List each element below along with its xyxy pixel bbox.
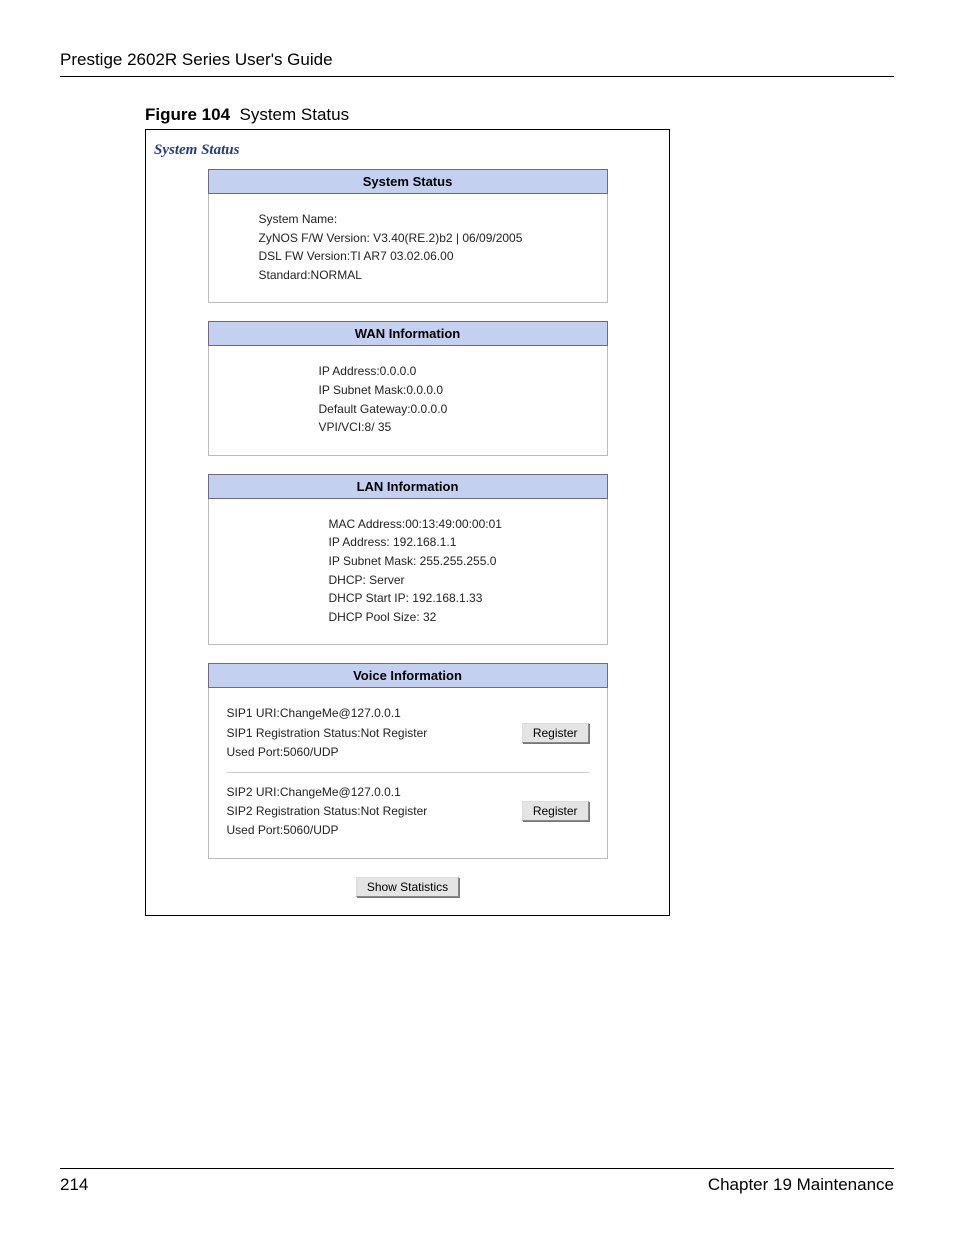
sip1-status-line: SIP1 Registration Status:Not Register xyxy=(227,724,428,743)
show-statistics-button[interactable]: Show Statistics xyxy=(356,877,459,897)
sip1-status-row: SIP1 Registration Status:Not Register Re… xyxy=(227,723,589,743)
fw-version-line: ZyNOS F/W Version: V3.40(RE.2)b2 | 06/09… xyxy=(259,229,589,248)
wan-ip-line: IP Address:0.0.0.0 xyxy=(319,362,589,381)
panel-header-system-status: System Status xyxy=(208,169,608,194)
standard-line: Standard:NORMAL xyxy=(259,266,589,285)
sip1-port-line: Used Port:5060/UDP xyxy=(227,743,589,762)
panel-system-status: System Status System Name: ZyNOS F/W Ver… xyxy=(208,169,608,303)
sip1-uri-line: SIP1 URI:ChangeMe@127.0.0.1 xyxy=(227,704,589,723)
panel-header-wan: WAN Information xyxy=(208,321,608,346)
panel-body-voice: SIP1 URI:ChangeMe@127.0.0.1 SIP1 Registr… xyxy=(208,688,608,858)
panel-body-system-status: System Name: ZyNOS F/W Version: V3.40(RE… xyxy=(208,194,608,303)
figure-title: System Status xyxy=(240,105,350,124)
panel-wan: WAN Information IP Address:0.0.0.0 IP Su… xyxy=(208,321,608,455)
panel-header-lan: LAN Information xyxy=(208,474,608,499)
screen-title: System Status xyxy=(146,142,669,159)
page-footer: 214 Chapter 19 Maintenance xyxy=(60,1168,894,1195)
figure-caption: Figure 104 System Status xyxy=(145,105,894,125)
lan-ip-line: IP Address: 192.168.1.1 xyxy=(329,533,589,552)
lan-dhcp-pool-line: DHCP Pool Size: 32 xyxy=(329,608,589,627)
system-name-line: System Name: xyxy=(259,210,589,229)
sip2-register-button[interactable]: Register xyxy=(522,801,589,821)
page-number: 214 xyxy=(60,1175,88,1195)
lan-mac-line: MAC Address:00:13:49:00:00:01 xyxy=(329,515,589,534)
lan-dhcp-line: DHCP: Server xyxy=(329,571,589,590)
panel-header-voice: Voice Information xyxy=(208,663,608,688)
page-header: Prestige 2602R Series User's Guide xyxy=(60,50,894,77)
dsl-fw-line: DSL FW Version:TI AR7 03.02.06.00 xyxy=(259,247,589,266)
lan-dhcp-start-line: DHCP Start IP: 192.168.1.33 xyxy=(329,589,589,608)
wan-vpi-line: VPI/VCI:8/ 35 xyxy=(319,418,589,437)
sip2-uri-line: SIP2 URI:ChangeMe@127.0.0.1 xyxy=(227,783,589,802)
panel-body-lan: MAC Address:00:13:49:00:00:01 IP Address… xyxy=(208,499,608,646)
lan-mask-line: IP Subnet Mask: 255.255.255.0 xyxy=(329,552,589,571)
wan-gw-line: Default Gateway:0.0.0.0 xyxy=(319,400,589,419)
panel-lan: LAN Information MAC Address:00:13:49:00:… xyxy=(208,474,608,646)
sip1-register-button[interactable]: Register xyxy=(522,723,589,743)
wan-mask-line: IP Subnet Mask:0.0.0.0 xyxy=(319,381,589,400)
sip2-port-line: Used Port:5060/UDP xyxy=(227,821,589,840)
voice-separator xyxy=(227,772,589,773)
screenshot-frame: System Status System Status System Name:… xyxy=(145,129,670,916)
panel-body-wan: IP Address:0.0.0.0 IP Subnet Mask:0.0.0.… xyxy=(208,346,608,455)
document-page: Prestige 2602R Series User's Guide Figur… xyxy=(0,0,954,1235)
figure-label: Figure 104 xyxy=(145,105,230,124)
show-stats-row: Show Statistics xyxy=(146,877,669,897)
panel-voice: Voice Information SIP1 URI:ChangeMe@127.… xyxy=(208,663,608,858)
chapter-label: Chapter 19 Maintenance xyxy=(708,1175,894,1195)
sip2-status-line: SIP2 Registration Status:Not Register xyxy=(227,802,428,821)
sip2-status-row: SIP2 Registration Status:Not Register Re… xyxy=(227,801,589,821)
